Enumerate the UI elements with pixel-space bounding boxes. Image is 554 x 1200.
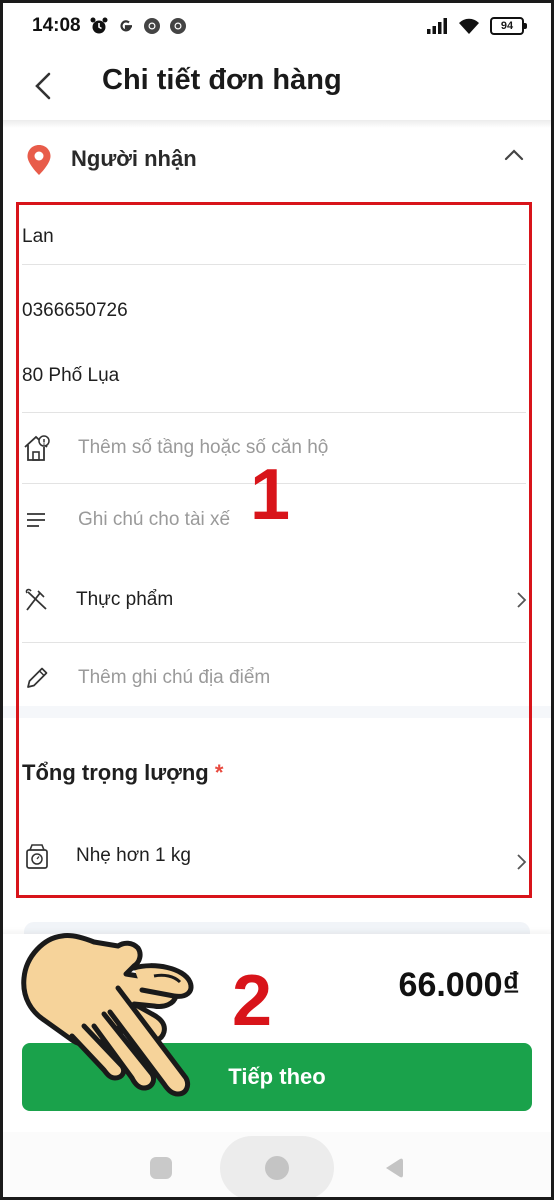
back-triangle-icon[interactable] [382,1156,404,1180]
goods-type-value: Thực phẩm [76,589,174,610]
recipient-section-title: Người nhận [71,146,197,171]
house-info-icon [22,433,52,463]
floor-apartment-placeholder: Thêm số tầng hoặc số căn hộ [78,437,329,458]
pointing-hand-icon [21,933,194,1097]
header-shadow [0,120,554,128]
chevron-right-icon [517,592,527,608]
alarm-icon [90,17,108,34]
divider [22,642,526,643]
recipient-address[interactable]: 80 Phố Lụa [22,365,526,387]
home-button[interactable] [265,1156,289,1180]
weight-section-title: Tổng trọng lượng * [22,760,223,786]
scale-icon [22,841,52,871]
wifi-icon [459,18,479,34]
chevron-left-icon [35,72,51,100]
chrome-icon [143,18,160,34]
recipient-name-text: Lan [22,226,54,247]
chevron-right-icon [517,854,527,870]
section-separator [0,706,554,718]
note-lines-icon [22,505,52,535]
annotation-label-2: 2 [232,961,273,1041]
annotation-label-1: 1 [250,455,291,535]
back-button[interactable] [28,66,58,106]
battery-icon: 94 [490,17,527,35]
divider [22,412,526,413]
status-notification-icons [89,16,187,36]
status-system-icons: 94 [426,17,527,35]
recipient-name[interactable]: Lan [22,226,526,248]
status-time: 14:08 [32,15,81,36]
goods-type-selector[interactable]: Thực phẩm [22,580,527,620]
order-price: 66.000₫ [398,966,520,1004]
location-note-field[interactable]: Thêm ghi chú địa điểm [22,658,526,698]
divider [22,264,526,265]
utensils-icon [22,585,52,615]
signal-icon [427,18,447,34]
chrome-icon [169,18,186,34]
recipient-address-text: 80 Phố Lụa [22,365,120,386]
system-navigation-bar [0,1132,554,1200]
weight-title-text: Tổng trọng lượng [22,760,209,785]
recipient-phone[interactable]: 0366650726 [22,300,526,322]
driver-note-placeholder: Ghi chú cho tài xế [78,509,231,530]
status-bar: 14:08 94 [0,0,554,52]
app-header: Chi tiết đơn hàng [0,52,554,120]
weight-selector[interactable]: Nhẹ hơn 1 kg [22,836,527,876]
weight-value: Nhẹ hơn 1 kg [76,845,191,866]
chevron-up-icon[interactable] [504,148,524,162]
recipient-phone-text: 0366650726 [22,300,128,321]
recipient-section-header[interactable]: Người nhận [0,130,554,190]
page-title: Chi tiết đơn hàng [102,64,342,96]
recent-apps-button[interactable] [150,1157,172,1179]
location-pin-icon [27,145,51,175]
pencil-icon [22,663,52,693]
location-note-placeholder: Thêm ghi chú địa điểm [78,667,271,688]
battery-level: 94 [500,20,514,32]
next-button-label: Tiếp theo [228,1064,326,1089]
google-icon [120,20,132,32]
required-mark: * [214,760,224,785]
